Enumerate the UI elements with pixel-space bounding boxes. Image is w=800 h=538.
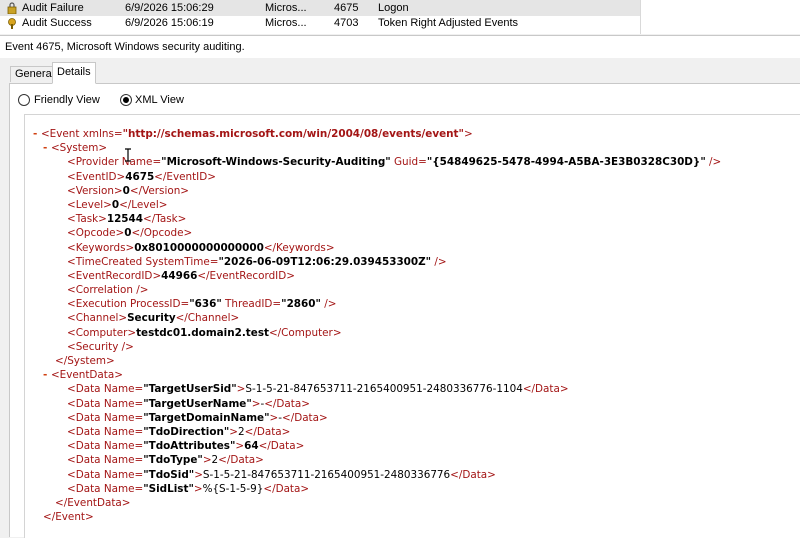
collapse-toggle[interactable]: - [43, 369, 51, 381]
xml-line: <Opcode>0</Opcode> [67, 227, 193, 240]
event-source: Micros... [265, 17, 307, 29]
event-row[interactable]: Audit Failure 6/9/2026 15:06:29 Micros..… [0, 0, 640, 16]
event-source: Micros... [265, 2, 307, 14]
event-task: Token Right Adjusted Events [378, 17, 519, 29]
xml-line: <Computer>testdc01.domain2.test</Compute… [67, 326, 342, 339]
xml-line: <Security /> [67, 340, 134, 353]
xml-content: - <Event xmlns="http://schemas.microsoft… [25, 127, 721, 524]
event-keywords: Audit Success [22, 17, 92, 29]
view-radio-group: Friendly View XML View [16, 92, 316, 108]
xml-line: <Channel>Security</Channel> [67, 312, 240, 325]
xml-line: - <Event xmlns="http://schemas.microsoft… [33, 128, 473, 140]
collapse-toggle[interactable]: - [33, 128, 41, 140]
xml-line: <Data Name="TdoAttributes">64</Data> [67, 440, 305, 453]
xml-line: <Correlation /> [67, 284, 149, 297]
xml-viewer[interactable]: - <Event xmlns="http://schemas.microsoft… [24, 114, 800, 538]
xml-line: <EventID>4675</EventID> [67, 170, 216, 183]
xml-line: <Execution ProcessID="636" ThreadID="286… [67, 298, 337, 311]
xml-line: <Data Name="TdoDirection">2</Data> [67, 425, 291, 438]
xml-line: <Data Name="TargetDomainName">-</Data> [67, 411, 328, 424]
event-date: 6/9/2026 15:06:19 [125, 17, 214, 29]
xml-line: <Task>12544</Task> [67, 213, 187, 226]
event-id: 4703 [334, 17, 359, 29]
xml-view-label[interactable]: XML View [135, 92, 184, 108]
event-list[interactable]: Audit Failure 6/9/2026 15:06:29 Micros..… [0, 0, 641, 34]
xml-line: <Data Name="TdoSid">S-1-5-21-847653711-2… [67, 468, 496, 481]
friendly-view-label[interactable]: Friendly View [34, 92, 100, 108]
lock-icon [7, 2, 17, 14]
xml-line: </EventData> [55, 496, 131, 509]
xml-line: <Version>0</Version> [67, 184, 189, 197]
text-cursor-icon [125, 148, 131, 162]
tab-details[interactable]: Details [52, 62, 96, 84]
event-keywords: Audit Failure [22, 2, 84, 14]
xml-view-radio[interactable] [120, 94, 132, 106]
xml-line: <EventRecordID>44966</EventRecordID> [67, 269, 295, 282]
blank-area [641, 0, 800, 34]
xml-line: <Level>0</Level> [67, 198, 168, 211]
xml-line: <Data Name="TargetUserName">-</Data> [67, 397, 310, 410]
event-date: 6/9/2026 15:06:29 [125, 2, 214, 14]
event-detail-header: Event 4675, Microsoft Windows security a… [0, 35, 800, 59]
xml-line: <Data Name="TdoType">2</Data> [67, 454, 264, 467]
collapse-toggle[interactable]: - [43, 142, 51, 154]
xml-line: - <EventData> [43, 369, 123, 382]
xml-line: <Data Name="TargetUserSid">S-1-5-21-8476… [67, 383, 569, 396]
xml-line: <TimeCreated SystemTime="2026-06-09T12:0… [67, 255, 447, 268]
key-icon [8, 18, 16, 29]
xml-line: <Keywords>0x8010000000000000</Keywords> [67, 241, 335, 254]
tab-strip: General Details [0, 58, 800, 84]
event-row[interactable]: Audit Success 6/9/2026 15:06:19 Micros..… [0, 15, 640, 31]
xml-line: </Event> [43, 511, 94, 524]
xml-line: <Data Name="SidList">%{S-1-5-9}</Data> [67, 482, 310, 495]
event-id: 4675 [334, 2, 359, 14]
event-detail-title: Event 4675, Microsoft Windows security a… [5, 41, 245, 53]
xml-line: </System> [55, 355, 115, 367]
friendly-view-radio[interactable] [18, 94, 30, 106]
event-task: Logon [378, 2, 409, 14]
